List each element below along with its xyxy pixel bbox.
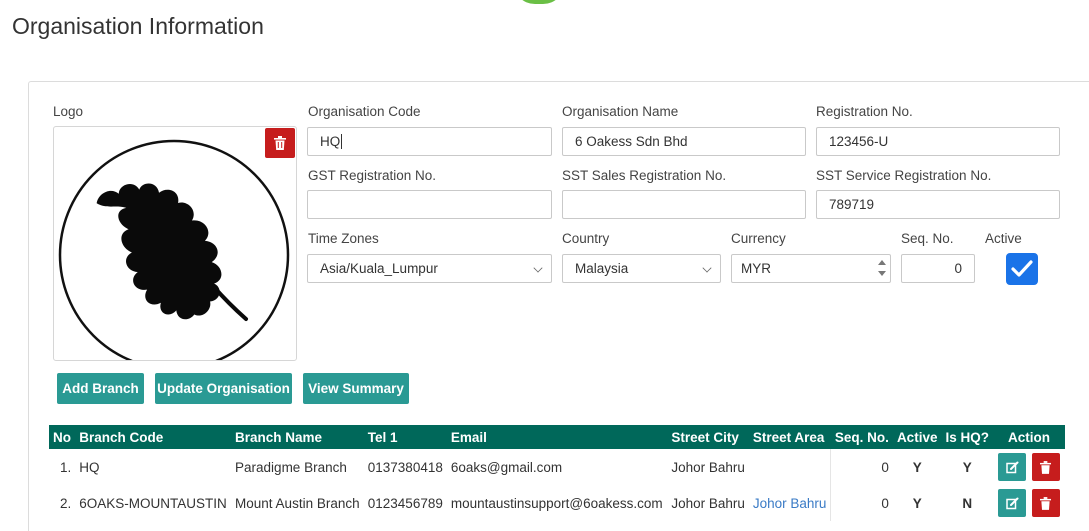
cell-branch-name: Paradigme Branch <box>235 459 347 475</box>
gst-reg-input[interactable] <box>307 190 552 219</box>
active-checkbox[interactable] <box>1006 253 1038 285</box>
sst-sales-label: SST Sales Registration No. <box>562 168 727 183</box>
delete-button[interactable] <box>1031 489 1060 517</box>
sst-service-input[interactable]: 789719 <box>816 190 1060 219</box>
trash-icon <box>1040 460 1052 474</box>
top-decoration <box>513 0 565 4</box>
logo-label: Logo <box>53 104 84 119</box>
table-row[interactable]: 2. 6OAKS-MOUNTAUSTIN Mount Austin Branch… <box>49 485 1065 521</box>
currency-label: Currency <box>731 231 786 246</box>
cell-branch-name: Mount Austin Branch <box>235 495 360 511</box>
cell-seq-no: 0 <box>881 495 889 511</box>
page-title: Organisation Information <box>12 13 264 39</box>
col-header-no: No <box>49 425 76 449</box>
view-summary-button[interactable]: View Summary <box>303 373 409 404</box>
timezone-label: Time Zones <box>308 231 379 246</box>
cell-street-city: Johor Bahru <box>671 495 745 511</box>
cell-branch-code: 6OAKS-MOUNTAUSTIN <box>79 495 227 511</box>
timezone-value: Asia/Kuala_Lumpur <box>320 261 438 276</box>
trash-icon <box>274 136 286 150</box>
cell-tel: 0137380418 <box>367 459 443 475</box>
cell-street-area <box>748 449 832 485</box>
table-header-row: No Branch Code Branch Name Tel 1 Email S… <box>49 425 1065 449</box>
update-organisation-button[interactable]: Update Organisation <box>155 373 292 404</box>
timezone-select[interactable]: Asia/Kuala_Lumpur <box>307 254 552 283</box>
cell-active: Y <box>912 459 922 475</box>
cell-street-area: Johor Bahru <box>748 485 832 521</box>
col-header-tel: Tel 1 <box>363 425 447 449</box>
edit-icon <box>1005 461 1019 473</box>
cell-tel: 0123456789 <box>367 495 443 511</box>
org-code-label: Organisation Code <box>308 104 421 119</box>
country-select[interactable]: Malaysia <box>562 254 721 283</box>
checkmark-icon <box>1011 260 1033 277</box>
col-header-street-area: Street Area <box>748 425 831 449</box>
street-area-link[interactable]: Johor Bahru <box>753 496 827 511</box>
org-code-input[interactable]: HQ <box>307 127 552 156</box>
col-header-branch-name: Branch Name <box>231 425 364 449</box>
cell-active: Y <box>912 495 922 511</box>
chevron-down-icon <box>533 263 543 273</box>
currency-select[interactable]: MYR <box>731 254 891 283</box>
cell-action <box>993 485 1065 521</box>
col-header-is-hq: Is HQ? <box>941 425 993 449</box>
sst-sales-input[interactable] <box>562 190 806 219</box>
cell-street-city: Johor Bahru <box>671 459 745 475</box>
add-branch-button[interactable]: Add Branch <box>57 373 144 404</box>
delete-button[interactable] <box>1031 453 1060 481</box>
cell-seq-no: 0 <box>881 459 889 475</box>
col-header-street-city: Street City <box>667 425 749 449</box>
edit-icon <box>1005 497 1019 509</box>
seq-no-input[interactable]: 0 <box>901 254 975 283</box>
active-label: Active <box>985 231 1022 246</box>
reg-no-input[interactable]: 123456-U <box>816 127 1060 156</box>
col-header-action: Action <box>992 425 1065 449</box>
oak-leaf-logo <box>58 139 290 371</box>
org-name-input[interactable]: 6 Oakess Sdn Bhd <box>562 127 806 156</box>
cell-branch-code: HQ <box>79 459 100 475</box>
cell-no: 1. <box>59 459 72 475</box>
cell-email: mountaustinsupport@6oakess.com <box>450 495 663 511</box>
trash-icon <box>1040 496 1052 510</box>
sst-service-label: SST Service Registration No. <box>816 168 992 183</box>
cell-action <box>993 449 1065 485</box>
col-header-active: Active <box>892 425 942 449</box>
logo-upload-area[interactable] <box>53 126 297 371</box>
col-header-email: Email <box>446 425 668 449</box>
col-header-seq-no: Seq. No. <box>830 425 893 449</box>
org-name-label: Organisation Name <box>562 104 679 119</box>
col-header-branch-code: Branch Code <box>75 425 232 449</box>
chevron-down-icon <box>702 263 712 273</box>
country-label: Country <box>562 231 610 246</box>
logo-delete-button[interactable] <box>265 128 295 158</box>
country-value: Malaysia <box>575 261 629 276</box>
cell-is-hq: Y <box>962 459 972 475</box>
gst-reg-label: GST Registration No. <box>308 168 437 183</box>
reg-no-label: Registration No. <box>816 104 913 119</box>
edit-button[interactable] <box>998 489 1027 517</box>
spinner-icon <box>877 259 887 279</box>
branch-table: No Branch Code Branch Name Tel 1 Email S… <box>49 425 1065 521</box>
seq-no-label: Seq. No. <box>901 231 954 246</box>
cell-is-hq: N <box>962 495 973 511</box>
table-row[interactable]: 1. HQ Paradigme Branch 0137380418 6oaks@… <box>49 449 1065 485</box>
edit-button[interactable] <box>998 453 1027 481</box>
cell-no: 2. <box>59 495 72 511</box>
cell-email: 6oaks@gmail.com <box>450 459 563 475</box>
currency-value: MYR <box>741 261 771 276</box>
